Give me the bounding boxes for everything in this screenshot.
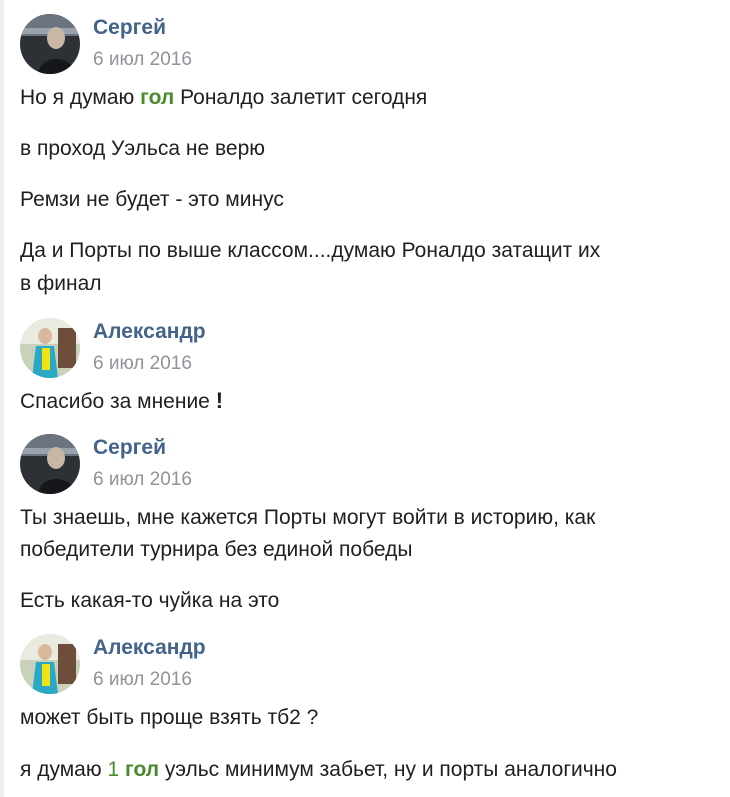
message-text: в проход Уэльса не верю xyxy=(20,137,265,160)
avatar[interactable] xyxy=(20,14,80,74)
message-text: Ты знаешь, мне кажется Порты могут войти… xyxy=(20,506,596,529)
message-text: Спасибо за мнение ! xyxy=(20,385,223,418)
author-name[interactable]: Александр xyxy=(93,636,206,660)
message-text: Но я думаю гол Роналдо залетит сегодня xyxy=(20,82,427,114)
message-text: победители турнира без единой победы xyxy=(20,538,413,561)
highlight-word: гол xyxy=(140,86,175,109)
user-photo-alexander-icon xyxy=(20,634,80,694)
avatar[interactable] xyxy=(20,318,80,378)
author-name[interactable]: Александр xyxy=(93,320,206,344)
highlight-number: 1 xyxy=(107,758,120,781)
message-text: Есть какая-то чуйка на это xyxy=(20,589,280,612)
text-segment: я думаю xyxy=(20,758,108,781)
message-text: Да и Порты по выше классом....думаю Рона… xyxy=(20,239,601,262)
user-photo-alexander-icon xyxy=(20,318,80,378)
thread-left-border xyxy=(0,0,4,797)
user-photo-sergey-icon xyxy=(20,434,80,494)
text-segment: Роналдо залетит сегодня xyxy=(174,86,428,109)
author-name[interactable]: Сергей xyxy=(93,436,166,460)
user-photo-sergey-icon xyxy=(20,14,80,74)
text-segment: уэльс минимум забьет, ну и порты аналоги… xyxy=(159,758,617,781)
text-segment: Спасибо за мнение xyxy=(20,390,210,413)
avatar[interactable] xyxy=(20,634,80,694)
message-date[interactable]: 6 июл 2016 xyxy=(93,669,192,691)
author-name[interactable]: Сергей xyxy=(93,16,166,40)
message-text: Ремзи не будет - это минус xyxy=(20,188,284,211)
highlight-word: гол xyxy=(124,758,160,781)
message-date[interactable]: 6 июл 2016 xyxy=(93,469,192,491)
message-date[interactable]: 6 июл 2016 xyxy=(93,353,192,375)
text-segment: Но я думаю xyxy=(20,86,141,109)
message-text: я думаю 1 гол уэльс минимум забьет, ну и… xyxy=(20,754,617,786)
message-date[interactable]: 6 июл 2016 xyxy=(93,49,192,71)
message-text: в финал xyxy=(20,272,102,295)
avatar[interactable] xyxy=(20,434,80,494)
message-text: может быть проще взять тб2 ? xyxy=(20,706,319,729)
exclamation-mark: ! xyxy=(215,388,224,413)
